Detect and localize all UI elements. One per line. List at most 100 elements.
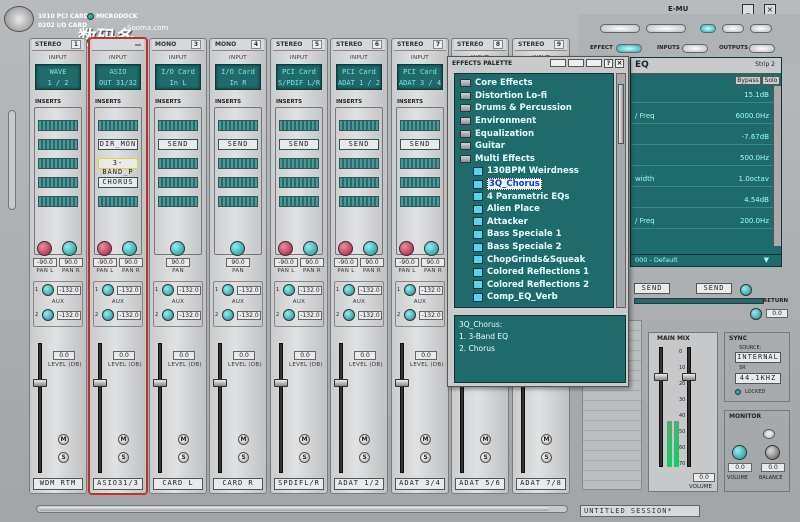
strip-name[interactable]: WDM RTM <box>33 478 83 490</box>
input-selector[interactable]: PCI Card S/PDIF L/R <box>276 64 322 90</box>
palette-scroll-thumb[interactable] <box>618 84 624 144</box>
master-send-2[interactable]: SEND <box>696 283 732 294</box>
insert-slot[interactable] <box>400 177 440 188</box>
main-fader-right[interactable] <box>682 373 696 381</box>
pan-left-knob[interactable] <box>97 241 112 256</box>
palette-delete-button[interactable] <box>586 59 602 67</box>
strip-name[interactable]: ADAT 3/4 <box>395 478 445 490</box>
input-selector[interactable]: I/O Card In L <box>155 64 201 90</box>
pan-right-knob[interactable] <box>424 241 439 256</box>
insert-slot[interactable] <box>38 196 78 207</box>
insert-slot[interactable] <box>218 120 258 131</box>
strip-name[interactable]: CARD R <box>213 478 263 490</box>
strip-name[interactable]: ADAT 7/8 <box>516 478 566 490</box>
palette-preset[interactable]: Colored Reflections 2 <box>455 279 613 292</box>
monitor-balance-knob[interactable] <box>765 445 780 460</box>
aux-1-knob[interactable] <box>283 284 295 296</box>
insert-slot[interactable] <box>158 120 198 131</box>
insert-slot[interactable]: SEND <box>400 139 440 150</box>
insert-slot[interactable] <box>98 120 138 131</box>
input-selector[interactable]: I/O Card In R <box>215 64 261 90</box>
insert-slot[interactable] <box>279 177 319 188</box>
insert-slot[interactable] <box>98 196 138 207</box>
palette-folder[interactable]: Distortion Lo-fi <box>455 90 613 103</box>
palette-new-button[interactable] <box>568 59 584 67</box>
aux-1-knob[interactable] <box>404 284 416 296</box>
palette-preset[interactable]: Colored Reflections 1 <box>455 266 613 279</box>
pan-right-knob[interactable] <box>62 241 77 256</box>
solo-button[interactable]: S <box>178 452 189 463</box>
insert-slot[interactable] <box>279 120 319 131</box>
palette-preset[interactable]: 130BPM Weirdness <box>455 165 613 178</box>
palette-preset[interactable]: Bass Speciale 1 <box>455 228 613 241</box>
tab-outputs[interactable] <box>749 44 775 53</box>
return-knob[interactable] <box>740 284 752 296</box>
pan-right-knob[interactable] <box>303 241 318 256</box>
pan-right-knob[interactable] <box>122 241 137 256</box>
mute-button[interactable]: M <box>118 434 129 445</box>
eq-param-row[interactable]: 15.1dB <box>631 91 773 103</box>
tab-effect[interactable] <box>616 44 642 53</box>
solo-button[interactable]: S <box>359 452 370 463</box>
input-selector[interactable]: WAVE 1 / 2 <box>35 64 81 90</box>
channel-fader[interactable] <box>153 379 167 387</box>
insert-slot[interactable]: SEND <box>158 139 198 150</box>
insert-slot[interactable] <box>158 177 198 188</box>
pan-knob[interactable] <box>170 241 185 256</box>
aux-1-knob[interactable] <box>222 284 234 296</box>
pan-left-knob[interactable] <box>278 241 293 256</box>
solo-button[interactable]: S <box>541 452 552 463</box>
insert-slot[interactable] <box>38 120 78 131</box>
solo-button[interactable]: S <box>238 452 249 463</box>
mute-button[interactable]: M <box>541 434 552 445</box>
solo-button[interactable]: Solo <box>762 76 780 85</box>
mute-button[interactable]: M <box>238 434 249 445</box>
insert-slot[interactable]: DIR_MON <box>98 139 138 150</box>
insert-slot[interactable] <box>38 139 78 150</box>
monitor-volume-knob[interactable] <box>732 445 747 460</box>
toolbar-button-2[interactable] <box>646 24 686 33</box>
palette-preset[interactable]: Bass Speciale 2 <box>455 241 613 254</box>
aux-2-knob[interactable] <box>343 309 355 321</box>
mute-button[interactable]: M <box>420 434 431 445</box>
aux-2-knob[interactable] <box>283 309 295 321</box>
palette-close-button[interactable]: × <box>615 59 624 68</box>
channel-fader[interactable] <box>395 379 409 387</box>
insert-slot[interactable] <box>38 158 78 169</box>
sync-source[interactable]: INTERNAL <box>735 352 781 363</box>
pan-left-knob[interactable] <box>399 241 414 256</box>
input-selector[interactable]: PCI Card ADAT 3 / 4 <box>397 64 443 90</box>
insert-slot[interactable]: SEND <box>218 139 258 150</box>
aux-2-knob[interactable] <box>162 309 174 321</box>
eq-scrollbar[interactable] <box>773 86 781 246</box>
channel-fader[interactable] <box>93 379 107 387</box>
palette-preset[interactable]: Alien Place <box>455 203 613 216</box>
monitor-mute-icon[interactable] <box>763 429 775 439</box>
input-selector[interactable]: ASIO OUT 31/32 <box>95 64 141 90</box>
insert-slot[interactable] <box>218 177 258 188</box>
palette-preset[interactable]: Attacker <box>455 216 613 229</box>
channel-fader[interactable] <box>334 379 348 387</box>
palette-folder[interactable]: Core Effects <box>455 77 613 90</box>
insert-slot[interactable] <box>339 120 379 131</box>
palette-preset[interactable]: Comp_EQ_Verb <box>455 291 613 304</box>
solo-button[interactable]: S <box>299 452 310 463</box>
channel-fader[interactable] <box>274 379 288 387</box>
aux-2-knob[interactable] <box>42 309 54 321</box>
aux-1-knob[interactable] <box>162 284 174 296</box>
palette-folder-button[interactable] <box>550 59 566 67</box>
palette-preset[interactable]: ChopGrinds&Squeak <box>455 253 613 266</box>
aux-1-knob[interactable] <box>102 284 114 296</box>
strip-name[interactable]: ADAT 1/2 <box>334 478 384 490</box>
mute-button[interactable]: M <box>480 434 491 445</box>
insert-slot[interactable] <box>400 158 440 169</box>
eq-param-row[interactable]: 4.54dB <box>631 196 773 208</box>
palette-folder[interactable]: Multi Effects <box>455 153 613 166</box>
insert-slot[interactable] <box>339 158 379 169</box>
palette-help-button[interactable]: ? <box>604 59 613 68</box>
palette-folder[interactable]: Guitar <box>455 140 613 153</box>
tab-inputs[interactable] <box>682 44 708 53</box>
strips-scrollbar[interactable] <box>36 505 568 513</box>
insert-slot[interactable] <box>400 120 440 131</box>
eq-param-row[interactable]: / Freq 200.0Hz <box>631 217 773 229</box>
